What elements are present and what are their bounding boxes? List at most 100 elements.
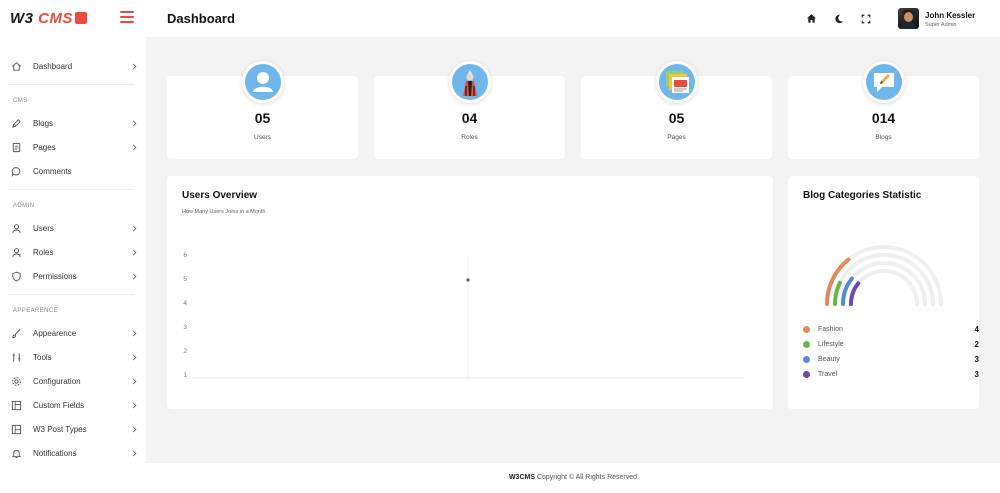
- sidebar-item-label: Tools: [33, 352, 52, 362]
- brand-logo[interactable]: W3 CMS: [10, 9, 88, 27]
- chevron-right-icon: [130, 248, 138, 256]
- page-title: Dashboard: [167, 11, 235, 26]
- sidebar-item-configuration[interactable]: Configuration: [10, 372, 138, 390]
- sidebar-item-w3-post-types[interactable]: W3 Post Types: [10, 420, 138, 438]
- sidebar-item-pages[interactable]: Pages: [10, 138, 138, 156]
- sidebar-section-title: APPEARENCE: [13, 308, 59, 314]
- stat-value: 05: [254, 110, 271, 126]
- stat-value: 04: [461, 110, 478, 126]
- footer-text: Copyright © All Rights Reserved: [535, 474, 638, 481]
- gear-icon: [10, 375, 22, 387]
- blog-categories-panel: Blog Categories Statistic Fashion 4 Lifest…: [788, 176, 979, 409]
- post-types-icon: [10, 423, 22, 435]
- roles-icon: [448, 61, 491, 103]
- legend-label: Travel: [818, 370, 838, 378]
- legend-dot: [803, 340, 810, 348]
- menu-toggle-icon[interactable]: [120, 11, 134, 23]
- legend-item-beauty[interactable]: Beauty 3: [803, 354, 979, 364]
- footer: W3CMS Copyright © All Rights Reserved: [146, 463, 1000, 493]
- chevron-right-icon: [130, 401, 138, 409]
- legend-label: Beauty: [818, 355, 840, 363]
- pages-icon: [655, 61, 698, 103]
- radial-bar-travel[interactable]: [849, 281, 861, 306]
- chevron-right-icon: [130, 377, 138, 385]
- chevron-right-icon: [130, 143, 138, 151]
- blog-categories-chart[interactable]: [788, 226, 979, 306]
- sidebar-item-permissions[interactable]: Permissions: [10, 267, 138, 285]
- sidebar-section-title: ADMIN: [13, 203, 35, 209]
- legend-dot: [803, 355, 810, 363]
- legend-dot: [803, 325, 810, 333]
- legend-value: 4: [974, 324, 979, 334]
- radial-bar-lifestyle[interactable]: [833, 280, 842, 306]
- stat-card-users[interactable]: 05 Users: [167, 61, 358, 159]
- user-name[interactable]: John Kessler: [925, 11, 975, 20]
- sidebar-item-comments[interactable]: Comments: [10, 162, 138, 180]
- sidebar-item-dashboard[interactable]: Dashboard: [10, 57, 138, 75]
- sidebar-item-users[interactable]: Users: [10, 219, 138, 237]
- sidebar-item-tools[interactable]: Tools: [10, 348, 138, 366]
- user-icon: [10, 222, 22, 234]
- stat-label: Blogs: [875, 134, 892, 141]
- legend-item-fashion[interactable]: Fashion 4: [803, 324, 979, 334]
- sidebar: W3 CMS Dashboard CMS Blogs Pages Comment…: [0, 0, 146, 493]
- logo-badge-icon: [75, 12, 88, 24]
- stat-value: 05: [668, 110, 685, 126]
- sidebar-divider: [8, 84, 134, 85]
- sidebar-item-roles[interactable]: Roles: [10, 243, 138, 261]
- sidebar-item-notifications[interactable]: Notifications: [10, 444, 138, 462]
- user-role: Super Admin: [925, 22, 957, 28]
- avatar[interactable]: [898, 8, 919, 29]
- sidebar-item-label: W3 Post Types: [33, 424, 87, 434]
- moon-icon[interactable]: [833, 13, 844, 24]
- stat-card-blogs[interactable]: 014 Blogs: [788, 61, 979, 159]
- role-icon: [10, 246, 22, 258]
- sidebar-item-label: Appearence: [33, 328, 77, 338]
- pencil-icon: [10, 117, 22, 129]
- sidebar-item-blogs[interactable]: Blogs: [10, 114, 138, 132]
- sidebar-item-label: Custom Fields: [33, 400, 85, 410]
- chevron-right-icon: [130, 224, 138, 232]
- users-overview-chart[interactable]: [167, 176, 773, 409]
- data-point[interactable]: [466, 278, 470, 282]
- stat-card-pages[interactable]: 05 Pages: [581, 61, 772, 159]
- stat-value: 014: [871, 110, 896, 126]
- bell-icon: [10, 447, 22, 459]
- sidebar-item-appearence[interactable]: Appearence: [10, 324, 138, 342]
- sidebar-item-label: Permissions: [33, 271, 77, 281]
- stat-label: Users: [254, 134, 271, 141]
- sidebar-item-label: Users: [33, 223, 54, 233]
- tools-icon: [10, 351, 22, 363]
- footer-brand: W3CMS: [508, 474, 535, 481]
- legend-label: Lifestyle: [818, 340, 844, 348]
- chevron-right-icon: [130, 353, 138, 361]
- home-icon[interactable]: [806, 13, 817, 24]
- legend-label: Fashion: [818, 325, 843, 333]
- fullscreen-icon[interactable]: [860, 13, 871, 24]
- sidebar-section-title: CMS: [13, 98, 28, 104]
- chevron-right-icon: [130, 425, 138, 433]
- blogs-icon: [862, 61, 905, 103]
- top-header: Dashboard John Kessler Super Admin: [146, 0, 1000, 37]
- sidebar-item-label: Dashboard: [33, 61, 73, 71]
- shield-icon: [10, 270, 22, 282]
- sidebar-item-label: Comments: [33, 166, 72, 176]
- legend-value: 3: [974, 369, 979, 379]
- sidebar-item-label: Pages: [33, 142, 56, 152]
- chevron-right-icon: [130, 272, 138, 280]
- logo-text: W3 CMS: [10, 9, 74, 27]
- document-icon: [10, 141, 22, 153]
- legend-dot: [803, 370, 810, 378]
- legend-item-travel[interactable]: Travel 3: [803, 369, 979, 379]
- stat-card-roles[interactable]: 04 Roles: [374, 61, 565, 159]
- chevron-right-icon: [130, 449, 138, 457]
- sidebar-item-custom-fields[interactable]: Custom Fields: [10, 396, 138, 414]
- users-overview-panel: Users Overview How Many Users Joins in a…: [167, 176, 773, 409]
- legend-item-lifestyle[interactable]: Lifestyle 2: [803, 339, 979, 349]
- legend-value: 2: [974, 339, 979, 349]
- sidebar-item-label: Blogs: [33, 118, 54, 128]
- chat-icon: [10, 165, 22, 177]
- radial-track: [849, 269, 919, 306]
- stat-label: Roles: [461, 134, 478, 141]
- users-icon: [241, 61, 284, 103]
